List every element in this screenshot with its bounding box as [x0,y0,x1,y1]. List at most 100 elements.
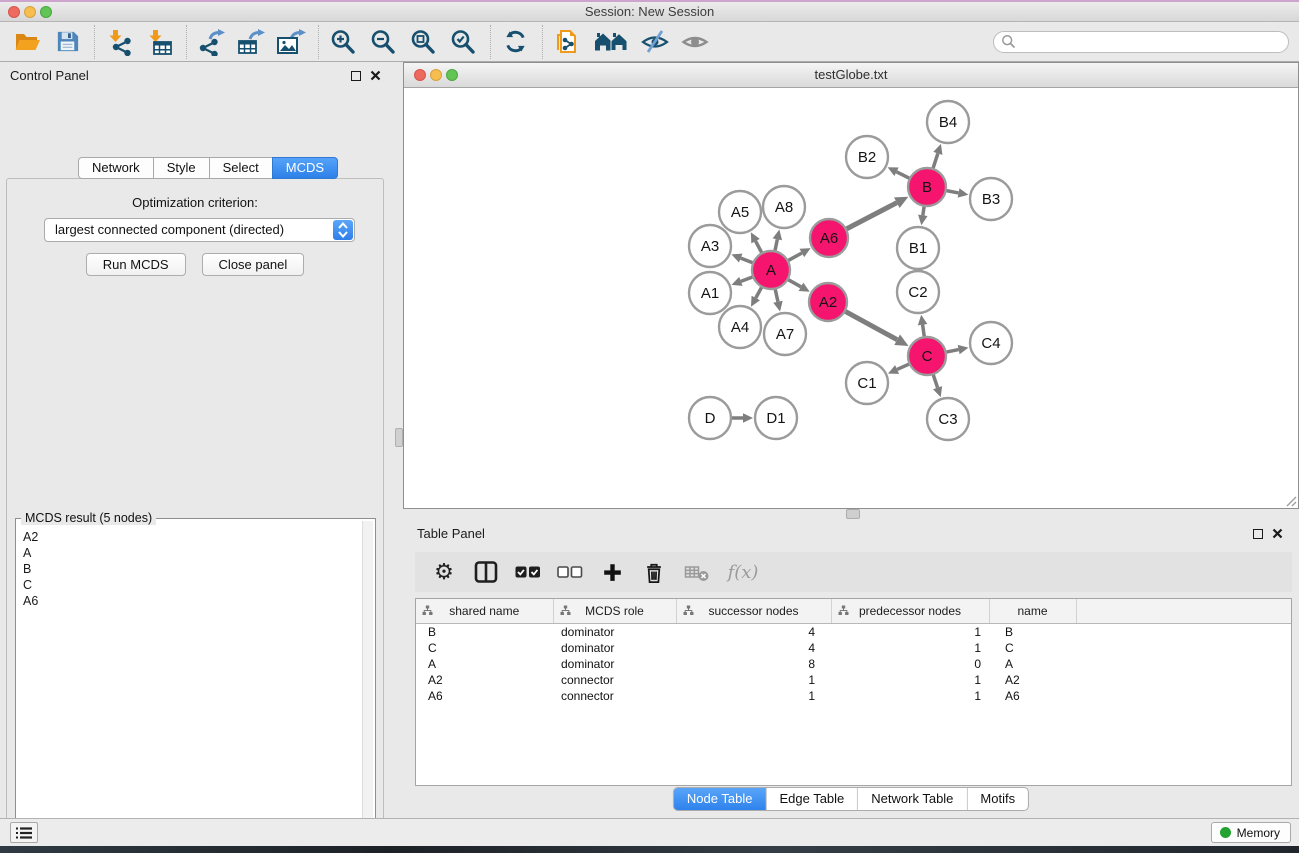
table-row[interactable]: A2connector11A2 [416,672,1291,688]
first-neighbors-icon[interactable] [592,27,630,57]
table-row[interactable]: Bdominator41B [416,624,1291,641]
graph-edge[interactable] [788,253,802,261]
node-table[interactable]: shared name MCDS role successor nodes [415,598,1292,786]
table-row[interactable]: Adominator80A [416,656,1291,672]
export-table-icon[interactable] [236,27,266,57]
tab-style[interactable]: Style [153,157,210,179]
search-field[interactable] [993,31,1289,53]
open-session-icon[interactable] [12,27,42,57]
list-item[interactable]: A2 [19,529,361,545]
export-network-icon[interactable] [196,27,226,57]
import-network-icon[interactable] [104,27,134,57]
delete-row-icon[interactable] [641,559,667,585]
graph-edge[interactable] [933,374,938,388]
search-input[interactable] [1021,32,1288,52]
column-header-predecessor-nodes[interactable]: predecessor nodes [831,599,989,624]
run-mcds-button[interactable]: Run MCDS [86,253,186,276]
table-options-gear-icon[interactable]: ⚙ [431,559,457,585]
graph-edge[interactable] [845,311,897,340]
zoom-out-icon[interactable] [368,27,398,57]
eye-icon[interactable] [680,27,710,57]
graph-node[interactable]: C2 [897,271,939,313]
deselect-all-icon[interactable] [557,559,583,585]
close-panel-icon[interactable] [1272,528,1283,539]
tab-select[interactable]: Select [209,157,273,179]
graph-node[interactable]: B [908,168,946,206]
add-row-icon[interactable] [599,559,625,585]
list-item[interactable]: A [19,545,361,561]
list-item[interactable]: A6 [19,593,361,609]
graph-edge[interactable] [946,191,959,193]
float-panel-icon[interactable] [1253,529,1263,539]
graph-edge[interactable] [756,287,762,298]
refresh-icon[interactable] [500,27,530,57]
memory-button[interactable]: Memory [1211,822,1291,843]
zoom-fit-icon[interactable] [408,27,438,57]
network-canvas[interactable]: A A1 A2 A3 A4 A5 A6 A7 A8 B B1 B2 B3B4 C C1 C2 C3C4 D D1 [404,88,1298,508]
vertical-splitter-handle[interactable] [395,428,403,447]
graph-node[interactable]: A8 [763,186,805,228]
graph-edge[interactable] [788,279,801,287]
list-item[interactable]: C [19,577,361,593]
apply-function-icon[interactable]: f(x) [725,559,761,585]
graph-node[interactable]: A6 [810,219,848,257]
list-item[interactable]: B [19,561,361,577]
graph-edge[interactable] [741,258,754,263]
tab-mcds[interactable]: MCDS [272,157,338,179]
table-row[interactable]: Cdominator41C [416,640,1291,656]
graph-edge[interactable] [756,241,762,253]
export-image-icon[interactable] [276,27,306,57]
graph-node[interactable]: B1 [897,227,939,269]
show-columns-icon[interactable] [473,559,499,585]
tab-network[interactable]: Network [78,157,154,179]
tab-edge-table[interactable]: Edge Table [765,788,857,810]
column-header-successor-nodes[interactable]: successor nodes [676,599,831,624]
column-header-shared-name[interactable]: shared name [416,599,553,624]
graph-node[interactable]: C [908,337,946,375]
graph-edge[interactable] [775,239,777,251]
graph-edge[interactable] [775,289,778,302]
tab-network-table[interactable]: Network Table [857,788,966,810]
graph-edge[interactable] [933,153,938,169]
task-history-button[interactable] [10,822,38,843]
graph-node[interactable]: B3 [970,178,1012,220]
graph-node[interactable]: A3 [689,225,731,267]
graph-node[interactable]: D [689,397,731,439]
graph-node[interactable]: C1 [846,362,888,404]
delete-table-icon[interactable] [683,559,709,585]
network-window-titlebar[interactable]: testGlobe.txt [404,63,1298,88]
show-hide-icon[interactable] [640,27,670,57]
import-table-icon[interactable] [144,27,174,57]
criterion-dropdown[interactable]: largest connected component (directed) [44,218,355,242]
graph-node[interactable]: A4 [719,306,761,348]
close-panel-icon[interactable] [370,70,381,81]
graph-edge[interactable] [741,277,753,282]
graph-edge[interactable] [846,203,897,230]
tab-motifs[interactable]: Motifs [966,788,1028,810]
graph-node[interactable]: C3 [927,398,969,440]
graph-node[interactable]: A2 [809,283,847,321]
resize-grip-icon[interactable] [1285,495,1297,507]
save-session-icon[interactable] [52,27,82,57]
graph-node[interactable]: A5 [719,191,761,233]
tab-node-table[interactable]: Node Table [674,788,766,810]
graph-edge[interactable] [897,364,910,370]
column-header-name[interactable]: name [989,599,1076,624]
graph-node[interactable]: D1 [755,397,797,439]
table-row[interactable]: A6connector11A6 [416,688,1291,704]
graph-node[interactable]: C4 [970,322,1012,364]
graph-node[interactable]: A1 [689,272,731,314]
new-session-from-network-icon[interactable] [552,27,582,57]
zoom-in-icon[interactable] [328,27,358,57]
select-all-icon[interactable] [515,559,541,585]
graph-node[interactable]: B2 [846,136,888,178]
zoom-selected-icon[interactable] [448,27,478,57]
result-scrollbar[interactable] [362,521,373,853]
float-panel-icon[interactable] [351,71,361,81]
close-panel-button[interactable]: Close panel [202,253,305,276]
graph-node[interactable]: A [752,251,790,289]
graph-edge[interactable] [946,350,959,353]
horizontal-splitter-handle[interactable] [846,509,860,519]
graph-node[interactable]: B4 [927,101,969,143]
graph-node[interactable]: A7 [764,313,806,355]
